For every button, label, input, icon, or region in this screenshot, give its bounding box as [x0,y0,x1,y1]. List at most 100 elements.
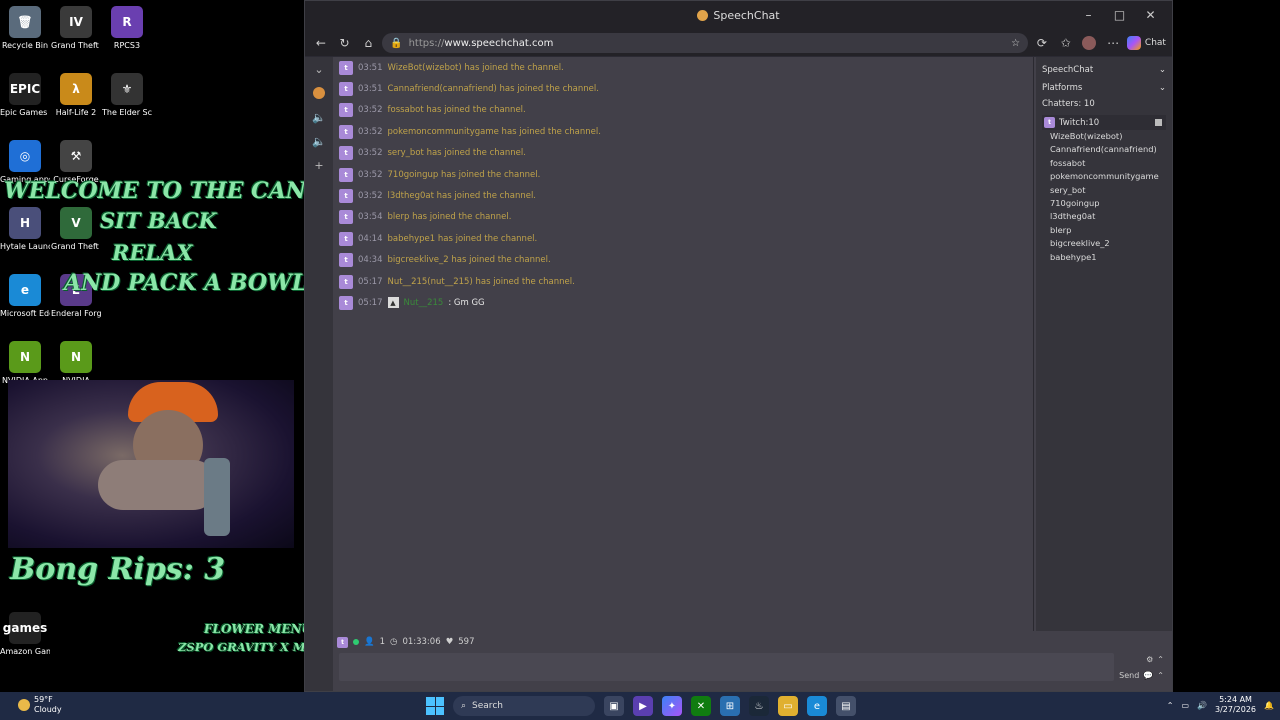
browser-toolbar: ← ↻ ⌂ 🔒 https://www.speechchat.com ☆ ⟳ ✩… [305,30,1172,56]
desktop-icon-label: Grand Theft Auto IV T... [51,41,101,50]
app-icon: V [60,207,92,239]
twitch-icon: t [339,189,353,204]
chatter-item[interactable]: sery_bot [1042,184,1166,197]
clock-date: 3/27/2026 [1215,705,1257,714]
desktop-icon[interactable]: EPIC Epic Games Launcher [0,73,50,118]
clock[interactable]: 5:24 AM 3/27/2026 [1215,695,1256,715]
copilot-app-icon[interactable]: ✦ [662,696,682,716]
file-explorer-icon[interactable]: ▭ [778,696,798,716]
desktop-icon[interactable]: 🗑 Recycle Bin [0,6,50,51]
chevron-up-icon[interactable]: ⌃ [1157,655,1164,664]
clock-time: 5:24 AM [1219,695,1252,704]
mute-speaker-icon[interactable]: 🔈 [305,105,333,129]
app-icon: N [9,341,41,373]
desktop-icon[interactable]: IV Grand Theft Auto IV T... [51,6,101,51]
start-button[interactable] [426,697,444,715]
chatter-item[interactable]: 710goingup [1042,197,1166,210]
profile-avatar[interactable] [1080,33,1100,53]
chat-input[interactable] [339,653,1114,681]
overlay-relax: RELAX [112,240,193,265]
add-source-icon[interactable]: + [305,153,333,177]
search-label: Search [472,701,503,711]
settings-gear-icon[interactable]: ⚙ [1146,655,1153,664]
message-text: 710goingup has joined the channel. [387,169,541,180]
chevron-up-icon: ⌃ [1157,670,1164,680]
twitch-icon: t [1044,117,1055,128]
xbox-icon[interactable]: ✕ [691,696,711,716]
edge-icon[interactable]: e [807,696,827,716]
chat-message-join: t 03:52 sery_bot has joined the channel. [337,143,1033,164]
chat-message-join: t 03:51 WizeBot(wizebot) has joined the ch… [337,57,1033,78]
message-time: 04:14 [358,233,383,244]
twitch-icon: t [339,295,353,310]
viewer-count: 1 [379,637,386,647]
collapse-chevron-icon[interactable]: ⌄ [305,57,333,81]
chat-message-join: t 03:54 blerp has joined the channel. [337,207,1033,228]
task-view-icon[interactable]: ▣ [604,696,624,716]
mute-speaker-icon-2[interactable]: 🔈 [305,129,333,153]
send-button[interactable]: Send 💬 ⌃ [1114,667,1164,683]
overlay-flower-menu: FLOWER MENU: [204,622,317,636]
desktop-icon-label: Epic Games Launcher [0,108,50,117]
desktop-icon[interactable]: e Microsoft Edge [0,274,50,319]
desktop-icon[interactable]: V Grand Theft Auto V [51,207,101,252]
home-button[interactable]: ⌂ [358,33,378,53]
more-menu-icon[interactable]: ⋯ [1103,33,1123,53]
chatter-item[interactable]: blerp [1042,224,1166,237]
app-window-icon[interactable]: ▤ [836,696,856,716]
steam-icon[interactable]: ♨ [749,696,769,716]
refresh-button[interactable]: ↻ [335,33,355,53]
extensions-icon[interactable]: ⟳ [1032,33,1052,53]
store-icon[interactable]: ⊞ [720,696,740,716]
desktop-icon[interactable]: ⚜ The Elder Scrolls ... [102,73,152,118]
minimize-button[interactable]: – [1073,1,1104,30]
message-time: 04:34 [358,255,383,266]
speechchat-logo-icon [697,10,709,21]
copilot-icon [1126,36,1141,50]
chatter-item[interactable]: Cannafriend(cannafriend) [1042,143,1166,156]
chatter-item[interactable]: babehype1 [1042,251,1166,264]
close-button[interactable]: ✕ [1135,1,1166,30]
speechchat-source-button[interactable] [305,81,333,105]
chat-message-join: t 04:14 babehype1 has joined the channel. [337,228,1033,249]
chatter-item[interactable]: WizeBot(wizebot) [1042,130,1166,143]
platforms-dropdown[interactable]: Platforms ⌄ [1042,79,1166,97]
back-button[interactable]: ← [311,33,331,53]
desktop-icon[interactable]: λ Half-Life 2 [51,73,101,118]
app-icon: ⚜ [111,73,143,105]
weather-widget[interactable]: 59°F Cloudy [18,695,62,715]
twitch-platform-row[interactable]: t Twitch:10 [1042,115,1166,130]
chat-message-join: t 03:51 Cannafriend(cannafriend) has joine… [337,78,1033,99]
maximize-button[interactable]: □ [1104,1,1135,30]
notification-bell-icon[interactable]: 🔔 [1264,701,1274,710]
message-text: babehype1 has joined the channel. [387,233,538,244]
address-bar[interactable]: 🔒 https://www.speechchat.com ☆ [382,33,1029,53]
volume-icon[interactable]: 🔊 [1197,701,1207,710]
message-username[interactable]: Nut__215 [404,298,444,308]
send-chat-icon: 💬 [1143,670,1154,680]
desktop-icon-label: Enderal Forgott... [51,309,101,318]
favorites-icon[interactable]: ✩ [1056,33,1076,53]
desktop-icon[interactable]: games Amazon Games [0,612,50,657]
chatter-item[interactable]: bigcreeklive_2 [1042,237,1166,250]
desktop-icon[interactable]: R RPCS3 [102,6,152,51]
meet-icon[interactable]: ▶ [633,696,653,716]
chevron-down-icon: ⌄ [1158,83,1166,93]
desktop-icon[interactable]: H Hytale Launcher [0,207,50,252]
chat-message-join: t 04:34 bigcreeklive_2 has joined the chan… [337,250,1033,271]
chatter-item[interactable]: fossabot [1042,157,1166,170]
favorite-star-icon[interactable]: ☆ [1011,38,1020,49]
copilot-chat-button[interactable]: Chat [1126,36,1166,50]
network-icon[interactable]: ▭ [1181,701,1189,710]
collapse-square-icon[interactable] [1155,119,1162,126]
message-text: bigcreeklive_2 has joined the channel. [387,255,551,266]
tray-chevron-icon[interactable]: ⌃ [1167,701,1174,710]
chatter-item[interactable]: l3dtheg0at [1042,210,1166,223]
message-time: 03:51 [358,84,383,95]
app-icon: N [60,341,92,373]
message-text: sery_bot has joined the channel. [387,148,526,159]
message-time: 03:52 [358,191,383,202]
taskbar-search[interactable]: ⌕ Search [453,696,595,716]
chatter-item[interactable]: pokemoncommunitygame [1042,170,1166,183]
speechchat-dropdown[interactable]: SpeechChat ⌄ [1042,61,1166,79]
